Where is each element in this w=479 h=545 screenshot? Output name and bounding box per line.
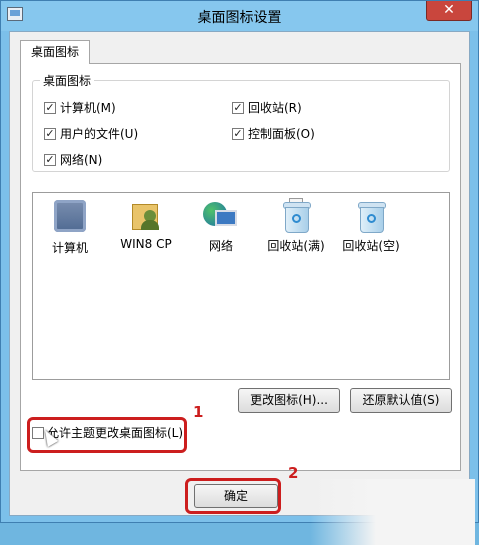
close-button[interactable]: ✕ [426,1,472,21]
icon-item-label: 回收站(满) [267,239,325,253]
bottom-fade [310,479,475,545]
checkbox-user-files[interactable]: ✓ 用户的文件(U) [44,125,138,142]
computer-icon [52,200,88,236]
checkbox-check-icon[interactable]: ✓ [44,101,56,114]
icon-item-label: WIN8 CP [120,237,172,251]
annotation-number-2: 2 [288,464,299,482]
checkbox-check-icon[interactable]: ✓ [44,153,56,166]
icon-item-label: 计算机 [51,241,88,255]
icon-list-view[interactable]: 计算机 WIN8 CP 网络 回收站(满) 回收站(空) [32,192,450,380]
network-icon [203,198,239,234]
change-icon-button[interactable]: 更改图标(H)... [238,388,340,413]
icon-item-computer[interactable]: 计算机 [35,198,105,256]
checkbox-label: 控制面板(O) [248,127,315,141]
title-bar[interactable]: 桌面图标设置 ✕ [1,1,478,31]
checkbox-recycle-bin[interactable]: ✓ 回收站(R) [232,99,302,116]
tab-desktop-icons[interactable]: 桌面图标 [20,40,90,64]
recycle-bin-empty-icon [353,198,389,234]
dialog-window: 桌面图标设置 ✕ 桌面图标 桌面图标 ✓ 计算机(M) ✓ 回收站(R) ✓ 用… [0,0,479,545]
recycle-bin-full-icon [278,198,314,234]
checkbox-label: 计算机(M) [60,101,116,115]
checkbox-label: 回收站(R) [248,101,302,115]
restore-default-button[interactable]: 还原默认值(S) [350,388,452,413]
group-legend: 桌面图标 [40,72,95,89]
icon-item-recycle-bin-full[interactable]: 回收站(满) [261,198,331,254]
checkbox-control-panel[interactable]: ✓ 控制面板(O) [232,125,315,142]
checkbox-label: 用户的文件(U) [60,127,139,141]
icon-item-label: 网络 [208,239,233,253]
user-folder-icon [128,198,164,234]
icon-item-network[interactable]: 网络 [186,198,256,254]
window-title: 桌面图标设置 [197,10,282,26]
annotation-number-1: 1 [193,403,204,421]
checkbox-network[interactable]: ✓ 网络(N) [44,151,102,168]
checkbox-check-icon[interactable]: ✓ [232,101,244,114]
checkbox-label: 网络(N) [60,153,103,167]
checkbox-check-icon[interactable]: ✓ [44,127,56,140]
checkbox-computer[interactable]: ✓ 计算机(M) [44,99,116,116]
icon-item-recycle-bin-empty[interactable]: 回收站(空) [336,198,406,254]
icon-item-label: 回收站(空) [342,239,400,253]
checkbox-check-icon[interactable]: ✓ [232,127,244,140]
annotation-box-2 [185,478,281,514]
icon-item-user-files[interactable]: WIN8 CP [111,198,181,251]
